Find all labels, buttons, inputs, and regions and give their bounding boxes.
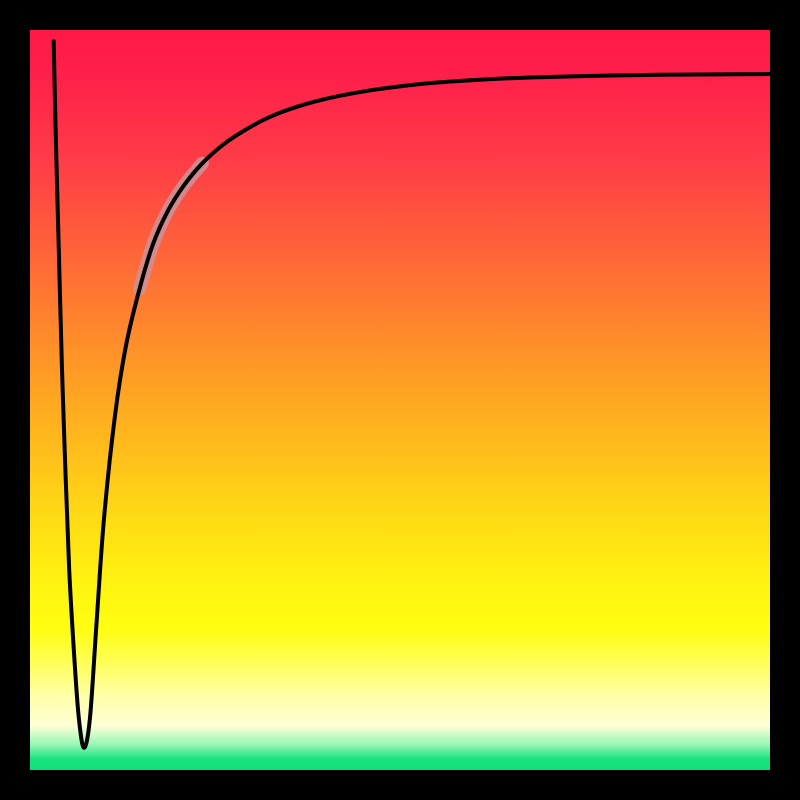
bottleneck-chart	[0, 0, 800, 800]
chart-container: { "attribution": "TheBottleneck.com", "c…	[0, 0, 800, 800]
gradient-background	[30, 30, 770, 770]
plot-area	[30, 30, 770, 770]
